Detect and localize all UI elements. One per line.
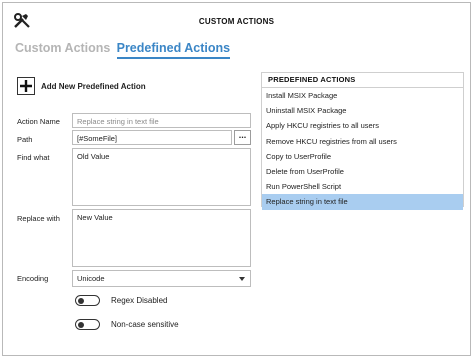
replace-with-label: Replace with xyxy=(17,214,60,223)
regex-toggle[interactable] xyxy=(75,295,100,306)
custom-actions-window: CUSTOM ACTIONS Custom Actions Predefined… xyxy=(2,2,471,356)
tab-predefined-actions[interactable]: Predefined Actions xyxy=(116,41,231,59)
action-name-label: Action Name xyxy=(17,117,60,126)
list-item[interactable]: Uninstall MSIX Package xyxy=(262,103,463,118)
toggle-knob xyxy=(78,297,84,304)
list-item[interactable]: Delete from UserProfile xyxy=(262,164,463,179)
plus-icon xyxy=(20,80,32,92)
case-sensitive-toggle[interactable] xyxy=(75,319,100,330)
predefined-actions-header: PREDEFINED ACTIONS xyxy=(262,73,463,88)
predefined-actions-list: PREDEFINED ACTIONS Install MSIX Package … xyxy=(261,72,464,210)
list-item[interactable]: Remove HKCU registries from all users xyxy=(262,134,463,149)
chevron-down-icon xyxy=(239,277,245,281)
list-item[interactable]: Copy to UserProfile xyxy=(262,149,463,164)
replace-with-textarea[interactable]: New Value xyxy=(72,209,251,267)
list-item[interactable]: Run PowerShell Script xyxy=(262,179,463,194)
regex-toggle-label: Regex Disabled xyxy=(111,296,168,305)
tab-custom-actions[interactable]: Custom Actions xyxy=(15,41,110,57)
case-sensitive-toggle-label: Non-case sensitive xyxy=(111,320,179,329)
add-predefined-action-label: Add New Predefined Action xyxy=(41,82,146,91)
list-item[interactable]: Apply HKCU registries to all users xyxy=(262,118,463,133)
browse-button[interactable]: ... xyxy=(234,130,251,145)
path-label: Path xyxy=(17,135,33,144)
list-item-selected[interactable]: Replace string in text file xyxy=(262,194,463,210)
add-predefined-action-button[interactable] xyxy=(17,77,35,95)
tab-bar: Custom Actions Predefined Actions xyxy=(15,41,234,63)
list-item[interactable]: Install MSIX Package xyxy=(262,88,463,103)
title-bar: CUSTOM ACTIONS xyxy=(3,3,470,37)
encoding-value: Unicode xyxy=(77,274,105,283)
encoding-select[interactable]: Unicode xyxy=(72,270,251,287)
find-what-textarea[interactable]: Old Value xyxy=(72,148,251,206)
encoding-label: Encoding xyxy=(17,274,49,283)
action-name-input[interactable]: Replace string in text file xyxy=(72,113,251,128)
find-what-label: Find what xyxy=(17,153,50,162)
window-title: CUSTOM ACTIONS xyxy=(198,17,275,26)
toggle-knob xyxy=(78,321,84,328)
path-input[interactable]: [#SomeFile] xyxy=(72,130,232,145)
